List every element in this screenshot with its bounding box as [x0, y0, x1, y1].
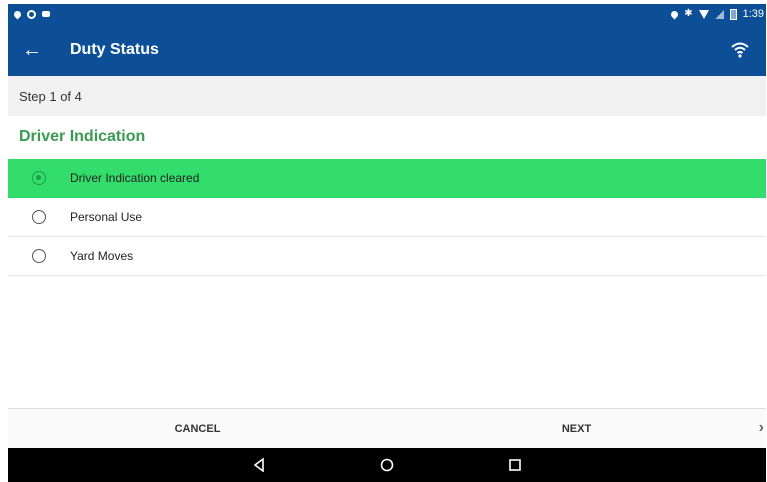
- chevron-right-icon[interactable]: ›: [759, 419, 764, 437]
- connection-button[interactable]: [730, 40, 750, 60]
- wifi-icon: [731, 42, 749, 58]
- signal-icon: [714, 9, 724, 19]
- next-button[interactable]: NEXT: [387, 423, 766, 435]
- status-bar: ✱ 1:39: [8, 4, 766, 24]
- device-screen: ✱ 1:39 ← Duty Status Step 1 of 4 Driver …: [0, 0, 767, 482]
- radio-button[interactable]: [32, 171, 46, 185]
- location-icon: [12, 9, 23, 19]
- nav-home-button[interactable]: [373, 454, 401, 476]
- status-right-icons: ✱ 1:39: [669, 8, 766, 20]
- nav-back-button[interactable]: [245, 454, 273, 476]
- step-indicator: Step 1 of 4: [8, 76, 766, 116]
- back-button[interactable]: ←: [8, 40, 56, 60]
- screenshot-margin-top: [0, 0, 767, 4]
- option-personal-use[interactable]: Personal Use: [8, 198, 766, 237]
- status-time: 1:39: [742, 8, 764, 20]
- radio-button[interactable]: [32, 249, 46, 263]
- status-left-icons: [8, 9, 50, 19]
- battery-icon: [729, 8, 737, 20]
- location-icon: [669, 9, 680, 19]
- message-icon: [42, 11, 50, 17]
- app-bar: ← Duty Status: [8, 24, 766, 76]
- page-title: Duty Status: [70, 41, 159, 58]
- back-triangle-icon: [253, 458, 264, 472]
- option-label: Yard Moves: [70, 249, 134, 263]
- home-circle-icon: [380, 458, 394, 472]
- wifi-icon: [698, 9, 709, 19]
- recents-square-icon: [509, 459, 521, 471]
- nav-recents-button[interactable]: [501, 454, 529, 476]
- screenshot-margin-left: [0, 0, 8, 482]
- option-yard-moves[interactable]: Yard Moves: [8, 237, 766, 276]
- option-label: Driver Indication cleared: [70, 171, 200, 185]
- option-label: Personal Use: [70, 210, 143, 224]
- footer-bar: CANCEL NEXT ›: [8, 408, 766, 448]
- arrow-back-icon: ←: [22, 39, 42, 61]
- cancel-button[interactable]: CANCEL: [8, 423, 387, 435]
- shield-icon: [27, 9, 36, 19]
- system-nav-bar: [8, 448, 766, 482]
- radio-button[interactable]: [32, 210, 46, 224]
- bluetooth-icon: ✱: [684, 8, 693, 19]
- option-driver-indication-cleared[interactable]: Driver Indication cleared: [8, 159, 766, 198]
- section-title: Driver Indication: [19, 128, 146, 145]
